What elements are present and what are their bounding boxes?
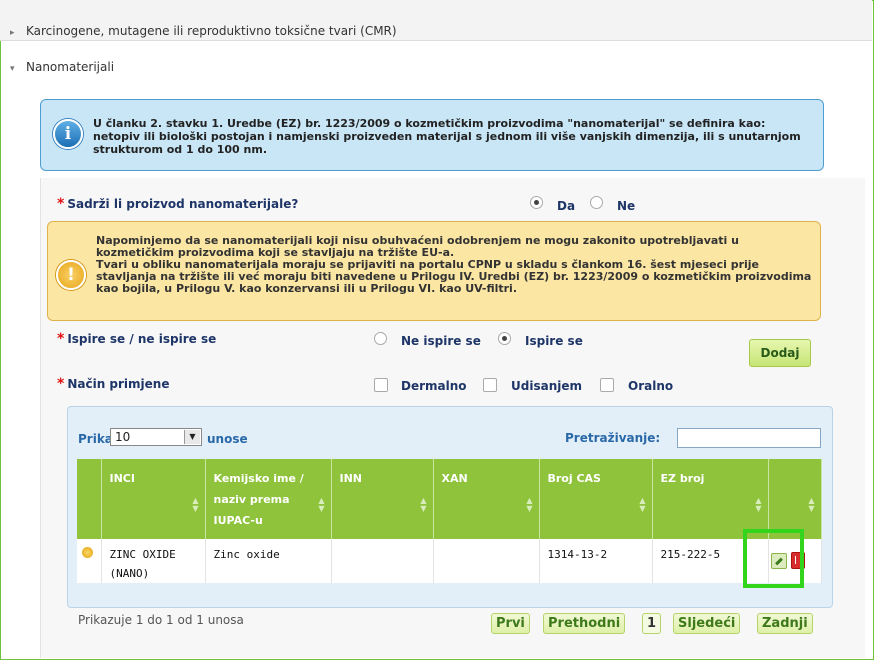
- search-label: Pretraživanje:: [565, 431, 661, 445]
- radio-nano-da-label: Da: [557, 199, 576, 213]
- radio-nano-da[interactable]: [530, 196, 543, 209]
- page-first-button[interactable]: Prvi: [491, 613, 530, 634]
- accordion-header-cmr[interactable]: ▸ Karcinogene, mutagene ili reproduktivno…: [0, 0, 872, 41]
- dropdown-arrow-icon: ▼: [184, 430, 200, 444]
- page-1-button[interactable]: 1: [642, 613, 662, 634]
- radio-rinse-ne-label: Ne ispire se: [401, 334, 481, 348]
- checkbox-inhalation[interactable]: [483, 378, 497, 392]
- page-prev-button[interactable]: Prethodni: [543, 613, 626, 634]
- sort-icon: ▲ ▼: [755, 496, 762, 513]
- warning-icon: !: [56, 260, 86, 290]
- radio-nano-ne[interactable]: [590, 196, 603, 209]
- required-icon: *: [57, 196, 65, 212]
- radio-rinse-ne[interactable]: [374, 332, 387, 345]
- sort-icon: ▲ ▼: [192, 496, 199, 513]
- checkbox-oral[interactable]: [600, 378, 614, 392]
- cell-xan: [433, 539, 540, 583]
- cell-inn: [331, 539, 434, 583]
- question-route-label: * Način primjene: [57, 376, 170, 392]
- search-input[interactable]: [677, 428, 821, 448]
- checkbox-dermal[interactable]: [374, 378, 388, 392]
- warning-text: Napominjemo da se nanomaterijali koji ni…: [96, 234, 812, 295]
- sort-icon: ▲ ▼: [808, 496, 815, 513]
- table-info: Prikazuje 1 do 1 od 1 unosa: [78, 613, 244, 627]
- radio-nano-ne-label: Ne: [617, 199, 636, 213]
- entries-label: unose: [207, 432, 248, 446]
- sort-icon: ▲ ▼: [420, 496, 427, 513]
- entries-per-page-select[interactable]: 10 ▼: [110, 428, 202, 446]
- cell-inci: ZINC OXIDE (NANO): [101, 539, 206, 583]
- required-icon: *: [57, 376, 65, 392]
- col-status: [77, 459, 102, 539]
- chevron-right-icon: ▸: [10, 28, 15, 38]
- highlight-box: [743, 529, 804, 588]
- page-next-button[interactable]: Sljedeći: [673, 613, 741, 634]
- cell-chem-name: Zinc oxide: [205, 539, 332, 583]
- cell-cas: 1314-13-2: [539, 539, 653, 583]
- add-button[interactable]: Dodaj: [749, 339, 811, 367]
- table-header-row: INCI ▲ ▼ Kemijsko ime / naziv prema IUPAC-…: [77, 459, 822, 539]
- col-chem-name[interactable]: Kemijsko ime / naziv prema IUPAC-u ▲ ▼: [205, 459, 332, 539]
- col-actions[interactable]: ▲ ▼: [768, 459, 822, 539]
- nanomaterials-table: INCI ▲ ▼ Kemijsko ime / naziv prema IUPAC-…: [77, 459, 822, 583]
- info-icon: i: [53, 119, 83, 149]
- question-rinse-label: * Ispire se / ne ispire se: [57, 331, 217, 347]
- accordion-header-nano[interactable]: ▾ Nanomaterijali: [0, 55, 872, 85]
- checkbox-dermal-label: Dermalno: [401, 379, 467, 393]
- sort-icon: ▲ ▼: [318, 496, 325, 513]
- info-text: U članku 2. stavku 1. Uredbe (EZ) br. 12…: [93, 117, 801, 156]
- table-row: ZINC OXIDE (NANO) Zinc oxide 1314-13-2 2…: [77, 539, 822, 583]
- col-inci[interactable]: INCI ▲ ▼: [101, 459, 206, 539]
- col-xan[interactable]: XAN ▲ ▼: [433, 459, 540, 539]
- sort-icon: ▲ ▼: [639, 496, 646, 513]
- question-nano-label: * Sadrži li proizvod nanomaterijale?: [57, 196, 299, 212]
- required-icon: *: [57, 331, 65, 347]
- accordion-title-nano: Nanomaterijali: [26, 60, 115, 74]
- warning-box: ! Napominjemo da se nanomaterijali koji …: [47, 221, 821, 321]
- info-box: i U članku 2. stavku 1. Uredbe (EZ) br. …: [40, 99, 824, 171]
- checkbox-oral-label: Oralno: [628, 379, 674, 393]
- sort-icon: ▲ ▼: [526, 496, 533, 513]
- accordion-title-cmr: Karcinogene, mutagene ili reproduktivno …: [26, 24, 397, 38]
- radio-rinse-da-label: Ispire se: [525, 334, 583, 348]
- chevron-down-icon: ▾: [10, 64, 15, 74]
- radio-rinse-da[interactable]: [498, 332, 511, 345]
- col-cas[interactable]: Broj CAS ▲ ▼: [539, 459, 653, 539]
- col-inn[interactable]: INN ▲ ▼: [331, 459, 434, 539]
- col-ez[interactable]: EZ broj ▲ ▼: [652, 459, 769, 539]
- warning-icon: [82, 547, 93, 558]
- page-last-button[interactable]: Zadnji: [757, 613, 813, 634]
- checkbox-inhalation-label: Udisanjem: [511, 379, 582, 393]
